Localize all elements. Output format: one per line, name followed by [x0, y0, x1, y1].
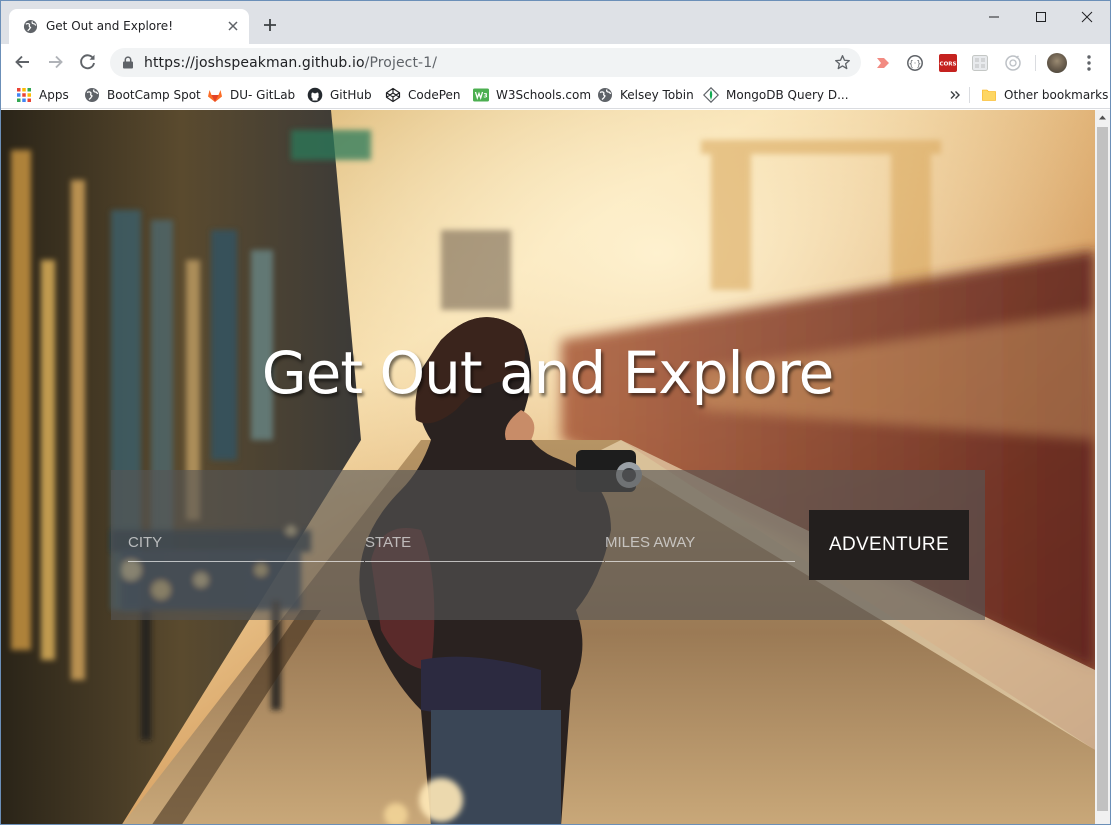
- extension-icon[interactable]: [874, 54, 892, 72]
- tab-title: Get Out and Explore!: [46, 19, 174, 33]
- city-input[interactable]: [128, 524, 364, 562]
- browser-toolbar: https://joshspeakman.github.io/Project-1…: [1, 44, 1110, 81]
- svg-text:CORS: CORS: [940, 62, 957, 68]
- profile-avatar[interactable]: [1047, 53, 1067, 73]
- hero-title-text: Get Out and Explore: [261, 339, 835, 407]
- bookmark-label: Apps: [39, 88, 69, 102]
- bookmark-label: Kelsey Tobin: [620, 88, 694, 102]
- cors-icon[interactable]: CORS: [939, 54, 957, 72]
- chevron-double-right-icon[interactable]: [949, 88, 961, 102]
- maximize-icon[interactable]: [1018, 7, 1064, 27]
- active-tab[interactable]: Get Out and Explore!: [9, 9, 249, 44]
- globe-icon: [23, 19, 38, 34]
- state-field: [365, 524, 604, 564]
- codepen-icon: [385, 87, 401, 103]
- url-text[interactable]: https://joshspeakman.github.io/Project-1…: [144, 55, 437, 71]
- hero-background-image: [1, 110, 1095, 824]
- bookmark-label: MongoDB Query D...: [726, 88, 849, 102]
- scroll-up-arrow-icon[interactable]: [1095, 110, 1110, 125]
- bookmarks-separator: [969, 87, 970, 103]
- page-scrollbar[interactable]: [1095, 110, 1110, 824]
- extension-icon[interactable]: [1004, 54, 1022, 72]
- address-bar[interactable]: https://joshspeakman.github.io/Project-1…: [110, 48, 861, 77]
- url-path: /Project-1/: [364, 55, 438, 71]
- adventure-button[interactable]: ADVENTURE: [809, 510, 969, 580]
- bookmarks-bar: Apps BootCamp Spot DU- GitLab GitHub Cod…: [1, 81, 1110, 109]
- miles-field: [605, 524, 795, 564]
- w3schools-icon: 3: [473, 88, 489, 102]
- apps-grid-icon: [17, 88, 31, 102]
- bookmark-label: GitHub: [330, 88, 372, 102]
- bookmark-label: BootCamp Spot: [107, 88, 201, 102]
- mongodb-icon: [703, 87, 719, 103]
- svg-text:3: 3: [483, 93, 487, 100]
- bookmark-label: DU- GitLab: [230, 88, 296, 102]
- toolbar-separator: [1035, 55, 1036, 71]
- json-viewer-icon[interactable]: {·}: [906, 54, 924, 72]
- hero-title: Get Out and Explore: [1, 339, 1095, 407]
- back-arrow-icon[interactable]: [13, 52, 33, 72]
- lock-icon[interactable]: [122, 56, 134, 69]
- bookmark-label: W3Schools.com: [496, 88, 592, 102]
- globe-icon: [598, 88, 612, 102]
- gitlab-icon: [208, 90, 222, 102]
- city-field: [128, 524, 364, 564]
- miles-away-input[interactable]: [605, 524, 795, 562]
- svg-text:{·}: {·}: [909, 59, 922, 68]
- tab-strip: Get Out and Explore!: [1, 1, 1110, 44]
- bookmark-label: CodePen: [408, 88, 461, 102]
- close-window-icon[interactable]: [1064, 7, 1110, 27]
- url-host: https://joshspeakman.github.io: [144, 55, 365, 71]
- browser-window: Get Out and Explore! https://joshspeakma…: [0, 0, 1111, 825]
- bookmark-star-icon[interactable]: [834, 54, 851, 71]
- minimize-icon[interactable]: [971, 7, 1017, 27]
- search-form-panel: ADVENTURE: [111, 470, 985, 620]
- folder-icon: [982, 89, 996, 101]
- extension-icon[interactable]: [971, 54, 989, 72]
- github-icon: [307, 87, 323, 103]
- kebab-menu-icon[interactable]: [1081, 54, 1097, 72]
- close-tab-icon[interactable]: [225, 18, 241, 34]
- forward-arrow-icon[interactable]: [45, 52, 65, 72]
- page-viewport: Get Out and Explore ADVENTURE: [1, 110, 1095, 824]
- scrollbar-thumb[interactable]: [1097, 127, 1108, 811]
- bookmark-label: Other bookmarks: [1004, 88, 1109, 102]
- reload-icon[interactable]: [78, 52, 98, 72]
- globe-icon: [85, 88, 99, 102]
- new-tab-icon[interactable]: [261, 16, 279, 34]
- state-input[interactable]: [365, 524, 604, 562]
